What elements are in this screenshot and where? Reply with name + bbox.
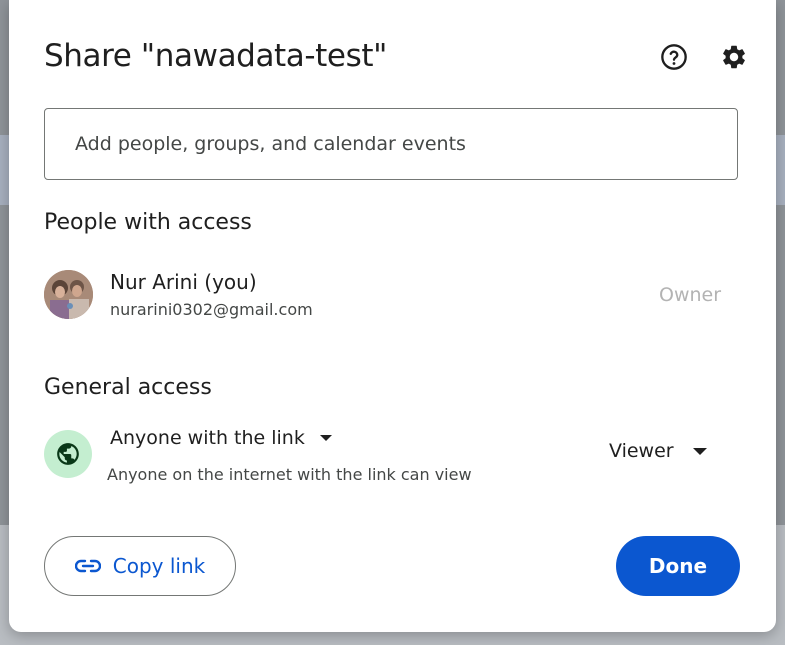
general-access-description: Anyone on the internet with the link can… xyxy=(107,465,472,484)
caret-down-icon xyxy=(692,447,707,455)
share-dialog: Share "nawadata-test" People with access… xyxy=(9,0,776,632)
help-circle-icon xyxy=(661,44,687,70)
done-button[interactable]: Done xyxy=(616,536,740,596)
link-icon xyxy=(74,559,101,573)
add-people-input[interactable] xyxy=(44,108,738,180)
person-email: nurarini0302@gmail.com xyxy=(110,300,313,319)
caret-down-icon xyxy=(319,435,332,441)
person-role-owner: Owner xyxy=(659,284,722,306)
role-selected: Viewer xyxy=(609,440,674,462)
copy-link-label: Copy link xyxy=(112,554,206,578)
background-strip-right xyxy=(776,135,785,205)
general-access-dropdown[interactable]: Anyone with the link xyxy=(110,427,333,449)
people-with-access-heading: People with access xyxy=(44,210,252,235)
copy-link-button[interactable]: Copy link xyxy=(44,536,236,596)
general-access-selected: Anyone with the link xyxy=(110,427,305,449)
role-dropdown[interactable]: Viewer xyxy=(609,440,708,462)
avatar xyxy=(44,270,93,319)
settings-button[interactable] xyxy=(714,37,754,77)
gear-icon xyxy=(723,45,745,69)
general-access-heading: General access xyxy=(44,375,212,400)
dialog-title: Share "nawadata-test" xyxy=(44,38,387,74)
background-strip-left xyxy=(0,135,9,205)
globe-icon-container xyxy=(44,430,92,478)
help-button[interactable] xyxy=(654,37,694,77)
globe-icon xyxy=(57,443,79,465)
person-name: Nur Arini (you) xyxy=(110,270,257,294)
